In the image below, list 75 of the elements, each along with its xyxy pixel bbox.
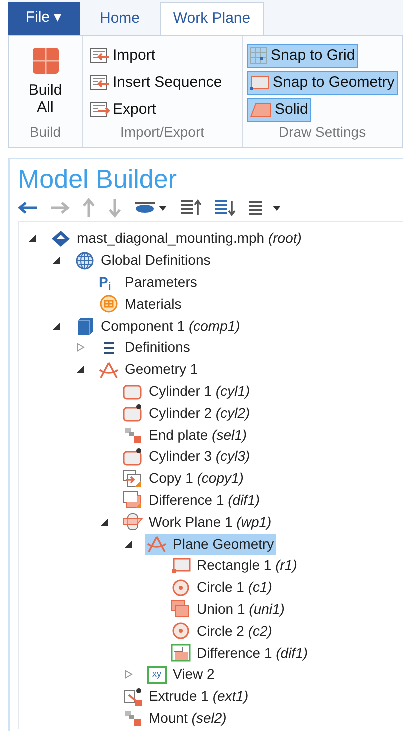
cylinder-star-icon	[123, 404, 143, 422]
collapse-triangle-icon[interactable]	[101, 518, 109, 527]
collapse-triangle-icon[interactable]	[53, 256, 61, 266]
difference-icon	[123, 491, 143, 510]
expand-triangle-icon[interactable]	[125, 670, 133, 680]
ribbon-button[interactable]: Snap to Geometry	[247, 71, 398, 95]
expand-triangle-icon[interactable]	[77, 343, 85, 352]
panel-title: Model Builder	[18, 163, 178, 195]
compass-icon	[99, 360, 119, 379]
tree-item[interactable]: Copy 1 (copy1)	[121, 468, 246, 490]
ribbon-button[interactable]: Insert Sequence	[87, 71, 226, 95]
grid-icon	[250, 47, 268, 65]
collapse-triangle-icon[interactable]	[53, 322, 61, 331]
eye-dropdown-icon[interactable]	[134, 201, 168, 215]
cube-icon	[75, 317, 95, 336]
cube-icon	[30, 46, 60, 76]
tree-item[interactable]: Work Plane 1 (wp1)	[121, 512, 274, 533]
back-arrow-icon[interactable]	[18, 201, 38, 215]
ribbon-button[interactable]: Solid	[247, 98, 312, 122]
tree-item[interactable]: Extrude 1 (ext1)	[121, 686, 251, 708]
materials-icon	[99, 295, 119, 314]
parameters-icon: P$_{i}$	[99, 275, 119, 290]
tree-item[interactable]: P$_{i}$ Parameters	[97, 272, 200, 293]
selection-icon	[123, 426, 143, 444]
globe-icon	[75, 252, 95, 270]
tree-item[interactable]: Definitions	[97, 337, 192, 358]
union-icon	[171, 600, 191, 618]
tree-item[interactable]: Cylinder 1 (cyl1)	[121, 380, 252, 402]
trapezoid-icon	[250, 102, 272, 118]
tree-item[interactable]: Global Definitions	[73, 250, 213, 272]
tree-item[interactable]: Materials	[97, 294, 184, 315]
compass-icon	[147, 535, 167, 554]
circle-icon	[171, 578, 191, 597]
cylinder-star-icon	[123, 448, 143, 466]
tree-item[interactable]: Mount (sel2)	[121, 708, 229, 729]
tree-item[interactable]: xy View 2	[145, 664, 217, 686]
tree-item[interactable]: Difference 1 (dif1)	[121, 490, 262, 511]
selection-icon	[123, 709, 143, 728]
group-label: Draw Settings	[278, 123, 368, 142]
build-all-button[interactable]: Build All	[13, 44, 78, 118]
tree-item[interactable]: End plate (sel1)	[121, 424, 250, 446]
collapse-triangle-icon[interactable]	[77, 365, 85, 374]
rectangle-icon	[171, 556, 191, 575]
ribbon-button[interactable]: Export	[87, 98, 160, 122]
difference-icon	[171, 644, 191, 662]
tree-item[interactable]: Geometry 1	[97, 359, 200, 380]
copy-icon	[123, 470, 143, 488]
tree-item[interactable]: Union 1 (uni1)	[169, 598, 287, 620]
view-icon: xy	[147, 666, 167, 684]
expand-all-icon[interactable]	[180, 199, 202, 217]
tree-item[interactable]: mast_diagonal_mounting.mph (root)	[49, 228, 304, 250]
ribbon-tab[interactable]: File ▾	[8, 2, 80, 35]
work-plane-icon	[123, 513, 143, 532]
group-label: Build	[28, 123, 62, 142]
ribbon-tab[interactable]: Work Plane	[160, 2, 264, 35]
tree-item[interactable]: Cylinder 2 (cyl2)	[121, 402, 252, 424]
ribbon-button[interactable]: Snap to Grid	[247, 44, 358, 68]
tree-item[interactable]: Circle 1 (c1)	[169, 577, 274, 598]
tree-item[interactable]: Plane Geometry	[145, 534, 276, 555]
tree-item[interactable]: Difference 1 (dif1)	[169, 642, 310, 664]
tree-item[interactable]: Component 1 (comp1)	[73, 316, 242, 337]
collapse-triangle-icon[interactable]	[29, 234, 37, 244]
tree-item[interactable]: Rectangle 1 (r1)	[169, 555, 300, 576]
circle-icon	[171, 622, 191, 640]
list-dropdown-icon[interactable]	[248, 200, 282, 216]
tree-item[interactable]: Circle 2 (c2)	[169, 620, 274, 642]
extrude-icon	[123, 688, 143, 706]
ribbon-button[interactable]: Import	[87, 44, 159, 68]
ribbon-tab[interactable]: Home	[80, 4, 160, 35]
collapse-triangle-icon[interactable]	[125, 540, 133, 549]
diamond-icon	[51, 230, 71, 248]
collapse-all-icon[interactable]	[214, 199, 236, 217]
group-label: Import/Export	[119, 123, 206, 142]
tree-item[interactable]: Cylinder 3 (cyl3)	[121, 446, 252, 468]
rectangle-icon	[250, 75, 270, 91]
